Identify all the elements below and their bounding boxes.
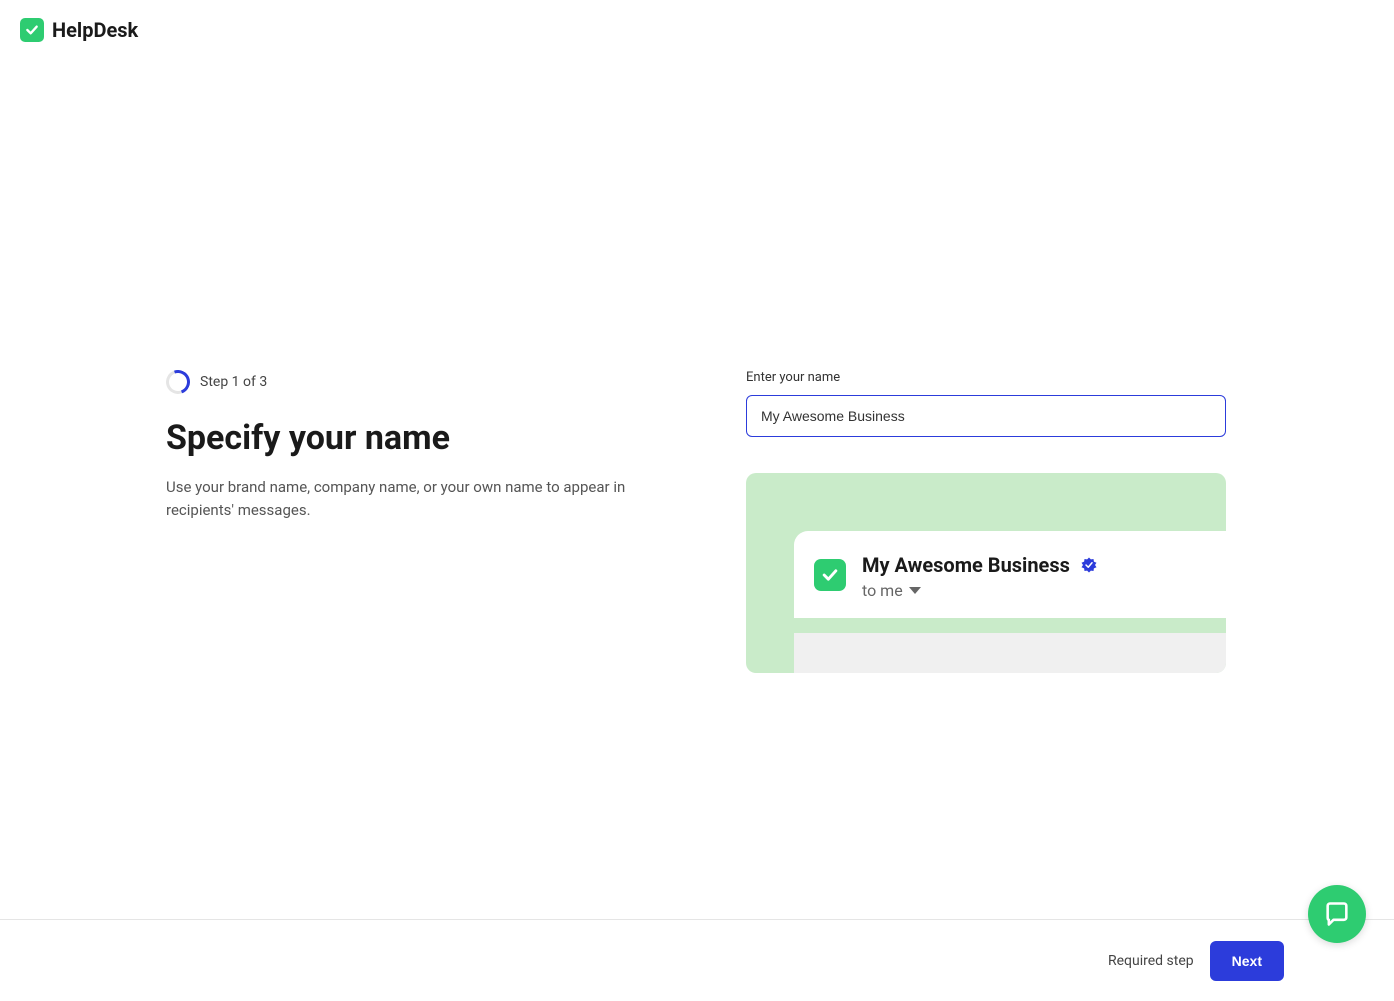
left-column: Step 1 of 3 Specify your name Use your b… bbox=[166, 370, 626, 673]
progress-circle-icon bbox=[162, 366, 194, 398]
verified-icon bbox=[1080, 556, 1098, 574]
preview-card: My Awesome Business to me bbox=[746, 473, 1226, 673]
logo-area: HelpDesk bbox=[20, 18, 138, 42]
chat-icon bbox=[1323, 900, 1351, 928]
next-button[interactable]: Next bbox=[1210, 941, 1284, 981]
preview-body-placeholder bbox=[794, 633, 1226, 673]
email-name-row: My Awesome Business bbox=[862, 553, 1098, 577]
page-title: Specify your name bbox=[166, 418, 626, 458]
logo-text: HelpDesk bbox=[52, 18, 138, 42]
page-subtitle: Use your brand name, company name, or yo… bbox=[166, 476, 626, 523]
required-step-label: Required step bbox=[1108, 953, 1194, 969]
right-column: Enter your name My Awesome Business bbox=[746, 370, 1226, 673]
email-info: My Awesome Business to me bbox=[862, 553, 1098, 600]
name-input-label: Enter your name bbox=[746, 370, 1226, 385]
step-text: Step 1 of 3 bbox=[200, 374, 267, 390]
name-input[interactable] bbox=[746, 395, 1226, 437]
email-avatar-icon bbox=[814, 559, 846, 591]
chat-button[interactable] bbox=[1308, 885, 1366, 943]
step-indicator: Step 1 of 3 bbox=[166, 370, 626, 394]
chevron-down-icon bbox=[909, 587, 921, 594]
helpdesk-logo-icon bbox=[20, 18, 44, 42]
email-business-name: My Awesome Business bbox=[862, 553, 1070, 577]
main-content: Step 1 of 3 Specify your name Use your b… bbox=[166, 370, 1226, 673]
email-to-text: to me bbox=[862, 581, 903, 600]
footer: Required step Next bbox=[0, 919, 1394, 1001]
email-preview: My Awesome Business to me bbox=[794, 531, 1226, 618]
email-recipient-line: to me bbox=[862, 581, 1098, 600]
